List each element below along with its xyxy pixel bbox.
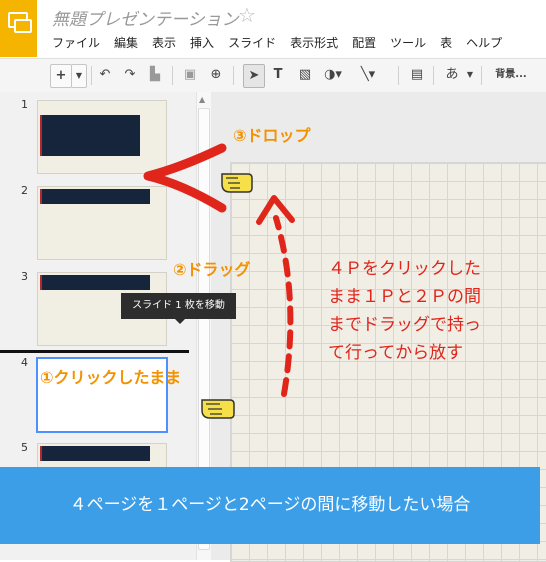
image-icon[interactable]: ▧: [295, 64, 315, 86]
menu-insert[interactable]: 挿入: [190, 34, 214, 52]
zoom-icon[interactable]: ⊕: [207, 64, 225, 86]
menu-edit[interactable]: 編集: [114, 34, 138, 52]
menu-slide[interactable]: スライド: [228, 34, 276, 52]
slide-number: 5: [21, 441, 28, 454]
note-line: て行ってから放す: [328, 343, 464, 363]
menu-format[interactable]: 表示形式: [290, 34, 338, 52]
background-button[interactable]: 背景...: [491, 64, 531, 86]
comment-icon[interactable]: ▤: [407, 64, 427, 86]
input-tools-button[interactable]: あ: [442, 64, 462, 86]
toolbar-divider: [233, 66, 234, 85]
paint-format-icon[interactable]: ▙: [146, 64, 164, 86]
slide-number: 2: [21, 184, 28, 197]
toolbar-divider: [172, 66, 173, 85]
fit-icon[interactable]: ▣: [181, 64, 199, 86]
menu-help[interactable]: ヘルプ: [466, 34, 502, 52]
text-box-icon[interactable]: T: [268, 64, 288, 86]
toolbar: + ▼ ↶ ↷ ▙ ▣ ⊕ ➤ T ▧ ◑▾ ╲▾ ▤ あ ▼ 背景...: [0, 58, 546, 93]
note-line: まま１Ｐと２Ｐの間: [328, 287, 481, 307]
slide-thumbnail-1[interactable]: [37, 100, 167, 174]
line-icon[interactable]: ╲▾: [356, 64, 380, 86]
menu-table[interactable]: 表: [440, 34, 452, 52]
toolbar-divider: [481, 66, 482, 85]
new-slide-dropdown-icon[interactable]: ▼: [71, 64, 87, 88]
menu-bar: ファイル 編集 表示 挿入 スライド 表示形式 配置 ツール 表 ヘルプ: [52, 34, 516, 52]
menu-tools[interactable]: ツール: [390, 34, 426, 52]
instruction-note: ４Ｐをクリックした まま１Ｐと２Ｐの間 までドラッグで持っ て行ってから放す: [328, 255, 481, 367]
scroll-up-icon[interactable]: ▲: [199, 95, 205, 104]
redo-icon[interactable]: ↷: [121, 64, 139, 86]
slide-thumbnail-2[interactable]: [37, 186, 167, 260]
slide-number: 4: [21, 356, 28, 369]
input-tools-dropdown-icon[interactable]: ▼: [465, 64, 475, 86]
note-line: ４Ｐをクリックした: [328, 259, 481, 279]
menu-arrange[interactable]: 配置: [352, 34, 376, 52]
click-step-label: ①クリックしたまま: [40, 368, 182, 387]
caption-banner: ４ページを１ページと2ページの間に移動したい場合: [0, 467, 540, 544]
tooltip-arrow: [175, 319, 185, 324]
menu-view[interactable]: 表示: [152, 34, 176, 52]
drop-position-line: [0, 350, 189, 353]
menu-file[interactable]: ファイル: [52, 34, 100, 52]
shape-icon[interactable]: ◑▾: [320, 64, 346, 86]
drop-step-label: ③ドロップ: [233, 126, 311, 145]
toolbar-divider: [433, 66, 434, 85]
drag-tooltip: スライド 1 枚を移動: [121, 293, 236, 319]
slides-logo[interactable]: [0, 0, 37, 57]
slide-number: 3: [21, 270, 28, 283]
undo-icon[interactable]: ↶: [96, 64, 114, 86]
slide-number: 1: [21, 98, 28, 111]
new-slide-button[interactable]: +: [50, 64, 72, 88]
document-title[interactable]: 無題プレゼンテーション: [52, 5, 239, 30]
note-line: までドラッグで持っ: [328, 315, 481, 335]
drag-step-label: ②ドラッグ: [173, 260, 251, 279]
select-cursor-icon[interactable]: ➤: [243, 64, 265, 88]
toolbar-divider: [398, 66, 399, 85]
toolbar-divider: [91, 66, 92, 85]
star-icon[interactable]: ☆: [238, 3, 256, 27]
